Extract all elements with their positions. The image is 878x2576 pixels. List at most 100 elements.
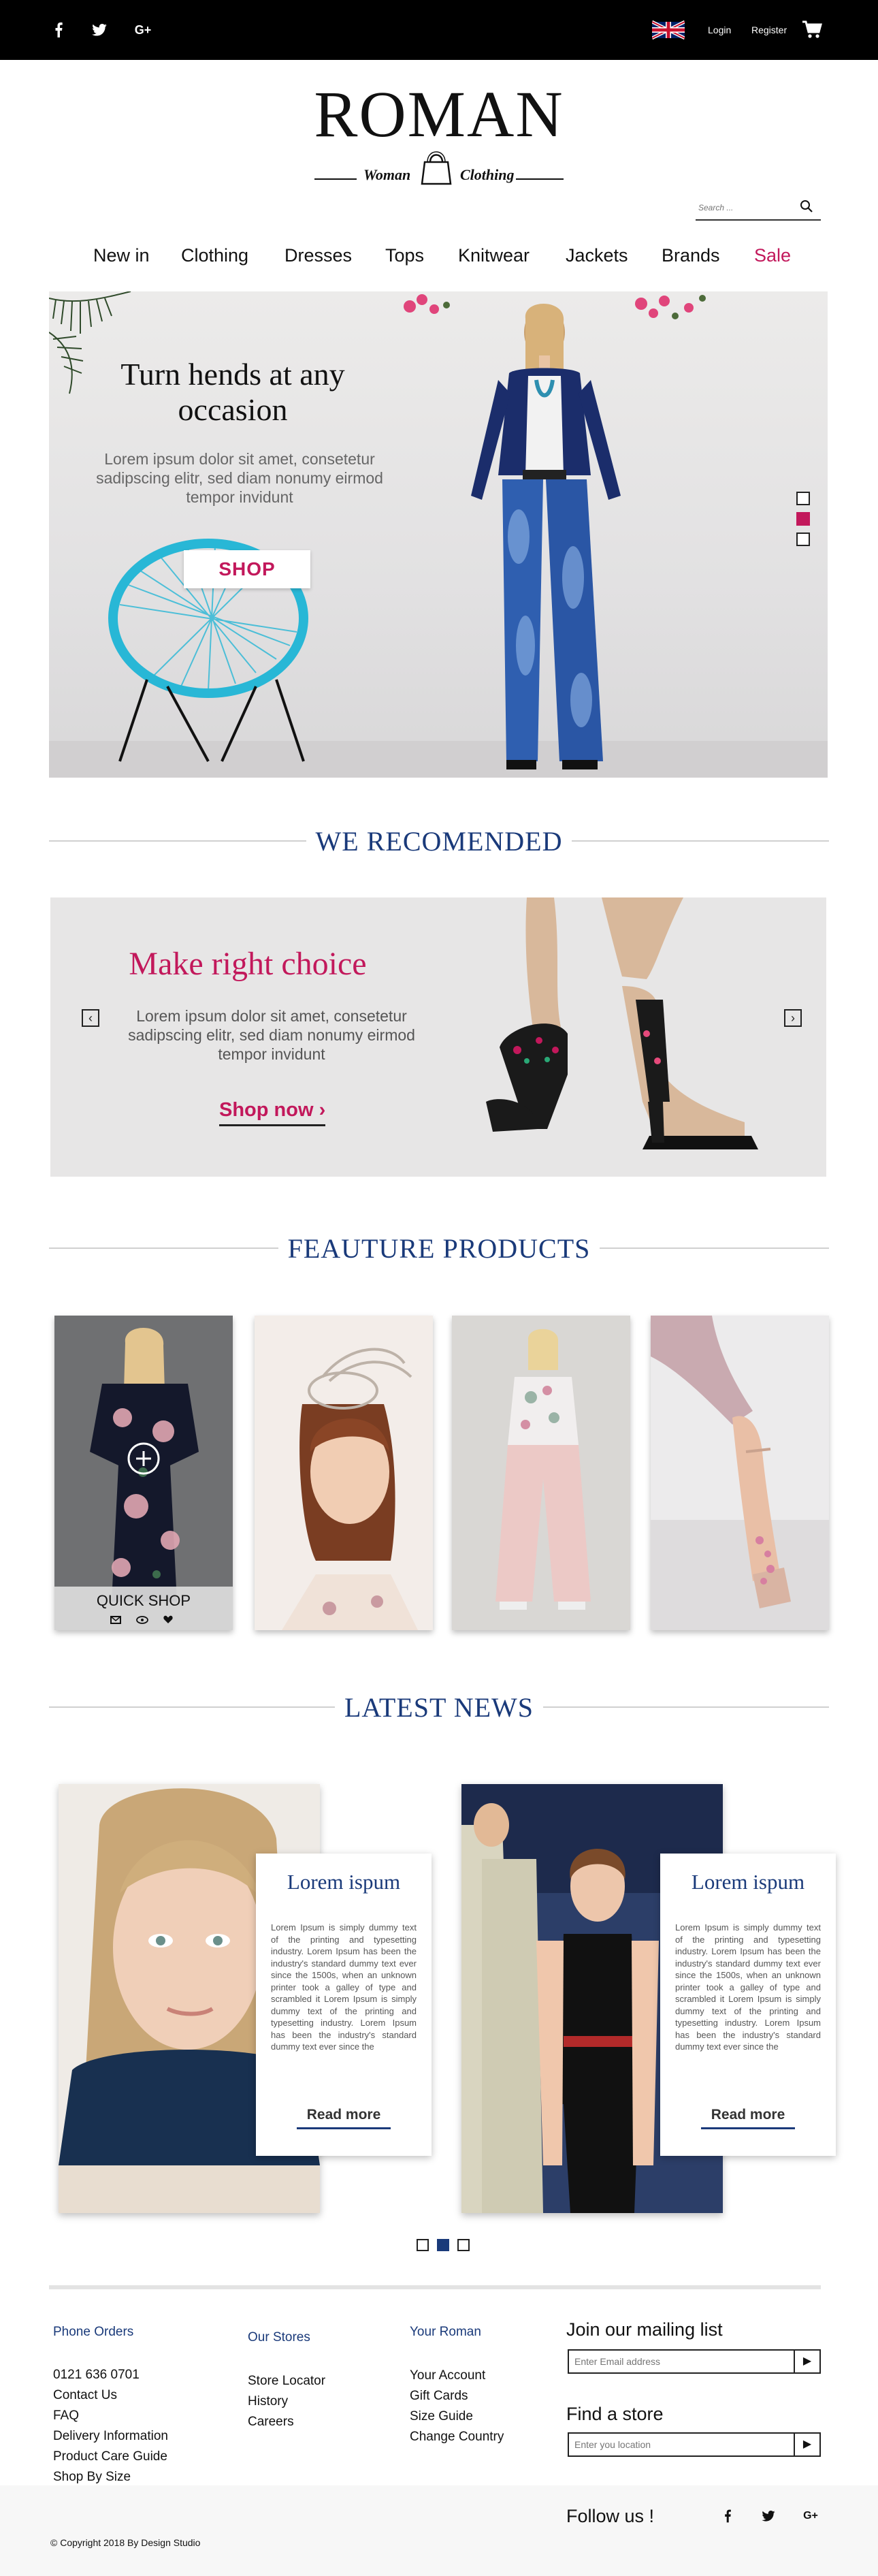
view-icon[interactable] <box>136 1615 148 1625</box>
twitter-icon[interactable] <box>90 20 109 39</box>
news-page-dot-2[interactable] <box>437 2239 449 2251</box>
read-more-button-2[interactable]: Read more <box>701 2107 795 2129</box>
news-page-dot-1[interactable] <box>417 2239 429 2251</box>
footer-bottom-band <box>0 2485 878 2576</box>
heart-icon[interactable] <box>163 1615 174 1625</box>
email-field-box[interactable]: ▶ <box>568 2349 821 2374</box>
email-icon[interactable] <box>110 1615 121 1625</box>
footer-careers[interactable]: Careers <box>248 2415 294 2430</box>
copyright-label: Copyright 2018 By Design Studio <box>60 2537 201 2548</box>
footer-separator <box>49 2285 821 2289</box>
product-card-4[interactable] <box>651 1316 829 1630</box>
product-image-dress <box>54 1316 233 1630</box>
footer-product-care[interactable]: Product Care Guide <box>53 2449 167 2464</box>
product-card-1[interactable]: QUICK SHOP <box>54 1316 233 1630</box>
read-more-button-1[interactable]: Read more <box>297 2107 391 2129</box>
product-card-3[interactable] <box>452 1316 630 1630</box>
footer-contact-us[interactable]: Contact Us <box>53 2388 117 2403</box>
login-link[interactable]: Login <box>708 25 731 35</box>
nav-dresses[interactable]: Dresses <box>284 245 352 266</box>
news-card-2: Lorem ispum Lorem Ipsum is simply dummy … <box>660 1854 836 2156</box>
model-image <box>471 303 621 769</box>
main-nav: New in Clothing Dresses Tops Knitwear Ja… <box>0 242 878 270</box>
follow-us-label: Follow us ! <box>566 2506 655 2526</box>
recommended-heading-row: WE RECOMENDED <box>49 820 829 861</box>
footer-your-account[interactable]: Your Account <box>410 2368 485 2383</box>
footer-faq[interactable]: FAQ <box>53 2408 79 2423</box>
shop-now-label: Shop now <box>219 1099 314 1121</box>
cart-icon[interactable] <box>802 20 822 39</box>
facebook-icon[interactable] <box>49 20 68 39</box>
prev-arrow-icon[interactable]: ‹ <box>82 1009 99 1027</box>
hero-slide-dot-1[interactable] <box>796 492 810 505</box>
search-input[interactable] <box>698 203 794 212</box>
recommended-heading: WE RECOMENDED <box>306 826 572 857</box>
footer-history[interactable]: History <box>248 2394 288 2409</box>
footer-delivery-info[interactable]: Delivery Information <box>53 2429 168 2444</box>
quick-shop-bar[interactable]: QUICK SHOP <box>54 1587 233 1630</box>
footer-twitter-icon[interactable] <box>760 2507 777 2525</box>
footer-size-guide[interactable]: Size Guide <box>410 2409 473 2424</box>
hero-slide-dot-2[interactable] <box>796 512 810 526</box>
logo-sub-left: Woman <box>363 166 411 183</box>
footer-gift-cards[interactable]: Gift Cards <box>410 2389 468 2404</box>
google-plus-icon[interactable]: G+ <box>133 20 152 39</box>
chevron-right-icon: › <box>319 1099 326 1121</box>
location-field-box[interactable]: ▶ <box>568 2432 821 2457</box>
news-body-2: Lorem Ipsum is simply dummy text of the … <box>675 1922 821 2052</box>
news-title-1[interactable]: Lorem ispum <box>256 1870 432 1894</box>
footer-your-roman-heading: Your Roman <box>410 2325 481 2339</box>
footer-phone-number[interactable]: 0121 636 0701 <box>53 2368 140 2383</box>
recommended-description: Lorem ipsum dolor sit amet, consetetur s… <box>128 1007 415 1063</box>
register-link[interactable]: Register <box>751 25 787 35</box>
hero-title: Turn hends at any occasion <box>120 357 345 427</box>
sandals-image <box>486 897 758 1149</box>
hero-shop-button[interactable]: SHOP <box>184 550 310 588</box>
footer-store-locator[interactable]: Store Locator <box>248 2374 325 2389</box>
product-card-2[interactable] <box>255 1316 433 1630</box>
shop-now-link[interactable]: Shop now › <box>219 1099 326 1126</box>
uk-flag-icon[interactable] <box>651 20 686 40</box>
email-submit-button[interactable]: ▶ <box>794 2351 819 2372</box>
mailing-list-heading: Join our mailing list <box>566 2319 723 2340</box>
nav-new-in[interactable]: New in <box>93 245 150 266</box>
news-title-2[interactable]: Lorem ispum <box>660 1870 836 1894</box>
footer-facebook-icon[interactable] <box>719 2507 736 2525</box>
footer-change-country[interactable]: Change Country <box>410 2430 504 2445</box>
location-field[interactable] <box>574 2439 785 2450</box>
search-icon[interactable] <box>799 199 814 214</box>
logo-sub-right: Clothing <box>460 166 515 183</box>
featured-heading: FEAUTURE PRODUCTS <box>278 1233 600 1264</box>
product-image-fascinator <box>255 1316 433 1630</box>
nav-tops[interactable]: Tops <box>385 245 424 266</box>
footer-shop-by-size[interactable]: Shop By Size <box>53 2470 131 2485</box>
featured-heading-row: FEAUTURE PRODUCTS <box>49 1227 829 1268</box>
nav-sale[interactable]: Sale <box>754 245 791 266</box>
recommended-title: Make right choice <box>129 946 367 982</box>
nav-clothing[interactable]: Clothing <box>181 245 248 266</box>
hero-slide-dot-3[interactable] <box>796 532 810 546</box>
footer-google-plus-icon[interactable]: G+ <box>802 2507 819 2525</box>
nav-brands[interactable]: Brands <box>662 245 720 266</box>
handbag-icon <box>418 147 455 185</box>
logo-title[interactable]: ROMAN <box>0 76 878 152</box>
footer-our-stores-heading: Our Stores <box>248 2330 310 2344</box>
news-card-1: Lorem ispum Lorem Ipsum is simply dummy … <box>256 1854 432 2156</box>
quick-shop-label[interactable]: QUICK SHOP <box>54 1592 233 1610</box>
find-store-heading: Find a store <box>566 2404 664 2424</box>
news-body-1: Lorem Ipsum is simply dummy text of the … <box>271 1922 417 2052</box>
product-image-jumpsuit <box>452 1316 630 1630</box>
nav-jackets[interactable]: Jackets <box>566 245 628 266</box>
hero-description: Lorem ipsum dolor sit amet, consetetur s… <box>96 450 383 506</box>
email-field[interactable] <box>574 2356 785 2367</box>
nav-knitwear[interactable]: Knitwear <box>458 245 530 266</box>
location-submit-button[interactable]: ▶ <box>794 2434 819 2455</box>
product-image-sandals <box>651 1316 829 1630</box>
logo-subtitle: Woman Clothing <box>314 143 564 197</box>
next-arrow-icon[interactable]: › <box>784 1009 802 1027</box>
news-page-dot-3[interactable] <box>457 2239 470 2251</box>
copyright-text: © Copyright 2018 By Design Studio <box>50 2537 200 2548</box>
top-bar: G+ Login Register <box>0 0 878 60</box>
search-bar[interactable] <box>696 196 821 221</box>
hero-banner: Turn hends at any occasion Lorem ipsum d… <box>49 291 828 778</box>
